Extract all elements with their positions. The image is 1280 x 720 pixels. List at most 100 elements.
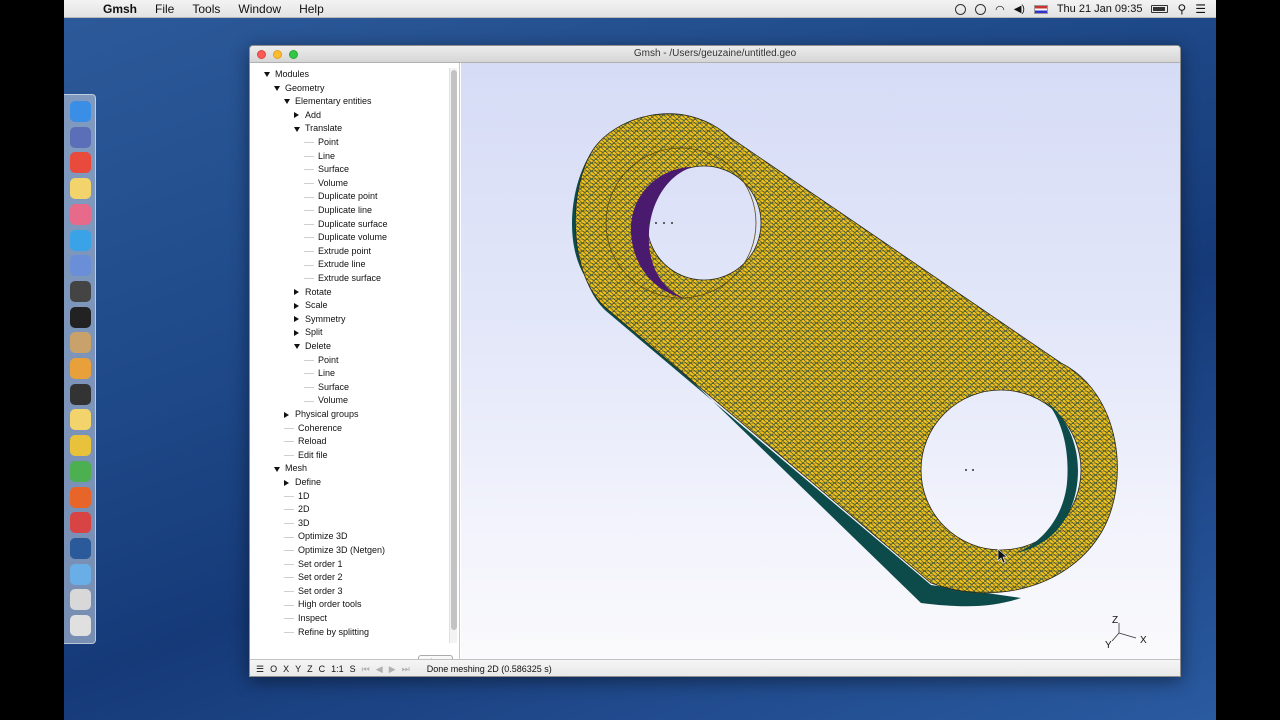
first-step-button[interactable]: ⏮ — [359, 661, 373, 677]
dock-app-icon[interactable] — [70, 332, 91, 354]
tree-item-extrude-surface[interactable]: Extrude surface — [304, 272, 381, 285]
previous-step-button[interactable]: ◀ — [373, 661, 386, 677]
tree-item-elementary-entities[interactable]: Elementary entities — [284, 95, 372, 108]
menu-app-name[interactable]: Gmsh — [94, 0, 146, 18]
dock-app-icon[interactable] — [70, 512, 91, 534]
view-y-button[interactable]: Y — [292, 661, 304, 677]
tree-item-duplicate-point[interactable]: Duplicate point — [304, 190, 378, 203]
collapsed-arrow-icon[interactable] — [294, 112, 299, 119]
tree-item-set-order-1[interactable]: Set order 1 — [284, 558, 343, 571]
tree-item-point[interactable]: Point — [304, 354, 339, 367]
status-menu-button[interactable]: ☰ — [253, 661, 267, 677]
menu-help[interactable]: Help — [290, 0, 333, 18]
tree-item-extrude-line[interactable]: Extrude line — [304, 258, 366, 271]
menu-tools[interactable]: Tools — [183, 0, 229, 18]
tree-item-edit-file[interactable]: Edit file — [284, 449, 328, 462]
collapsed-arrow-icon[interactable] — [294, 330, 299, 337]
mesh-render[interactable]: Z X Y — [461, 63, 1181, 659]
graphics-viewport[interactable]: Z X Y — [461, 63, 1181, 659]
dock-app-icon[interactable] — [70, 229, 91, 251]
tree-item-reload[interactable]: Reload — [284, 435, 327, 448]
dock-app-icon[interactable] — [70, 615, 91, 636]
search-icon[interactable]: ⚲ — [1177, 2, 1186, 16]
flag-icon[interactable] — [1033, 4, 1048, 14]
tree-item-optimize-3d[interactable]: Optimize 3D — [284, 530, 348, 543]
tree-item-split[interactable]: Split — [294, 326, 323, 339]
dock-app-icon[interactable] — [70, 589, 91, 611]
tree-item-refine-by-splitting[interactable]: Refine by splitting — [284, 626, 369, 639]
volume-icon[interactable]: ◀) — [1014, 4, 1025, 15]
tree-item-delete[interactable]: Delete — [294, 340, 331, 353]
view-select-button[interactable]: S — [347, 661, 359, 677]
view-ortho-button[interactable]: O — [267, 661, 280, 677]
tree-item-2d[interactable]: 2D — [284, 503, 310, 516]
tree-item-duplicate-surface[interactable]: Duplicate surface — [304, 218, 388, 231]
tree-item-define[interactable]: Define — [284, 476, 321, 489]
dock-app-icon[interactable] — [70, 435, 91, 457]
tree-item-rotate[interactable]: Rotate — [294, 286, 332, 299]
tree-item-surface[interactable]: Surface — [304, 381, 349, 394]
menubar-clock[interactable]: Thu 21 Jan 09:35 — [1057, 3, 1143, 15]
tree-item-extrude-point[interactable]: Extrude point — [304, 245, 371, 258]
dock-app-icon[interactable] — [70, 126, 91, 148]
dock-app-icon[interactable] — [70, 101, 91, 122]
dock-app-icon[interactable] — [70, 460, 91, 482]
expanded-arrow-icon[interactable] — [274, 85, 280, 91]
tree-item-volume[interactable]: Volume — [304, 394, 348, 407]
tree-item-geometry[interactable]: Geometry — [274, 82, 325, 95]
tree-item-point[interactable]: Point — [304, 136, 339, 149]
tree-item-inspect[interactable]: Inspect — [284, 612, 327, 625]
view-rotate-button[interactable]: C — [316, 661, 329, 677]
dock-app-icon[interactable] — [70, 152, 91, 174]
expanded-arrow-icon[interactable] — [294, 344, 300, 350]
collapsed-arrow-icon[interactable] — [294, 316, 299, 323]
timemachine-icon[interactable] — [955, 3, 967, 15]
collapsed-arrow-icon[interactable] — [284, 411, 289, 418]
tree-item-duplicate-volume[interactable]: Duplicate volume — [304, 231, 387, 244]
expanded-arrow-icon[interactable] — [294, 126, 300, 132]
menu-file[interactable]: File — [146, 0, 183, 18]
tree-item-symmetry[interactable]: Symmetry — [294, 313, 346, 326]
tree-item-line[interactable]: Line — [304, 367, 335, 380]
battery-icon[interactable] — [1151, 5, 1169, 13]
tree-item-1d[interactable]: 1D — [284, 490, 310, 503]
dock-app-icon[interactable] — [70, 178, 91, 200]
dock-app-icon[interactable] — [70, 537, 91, 559]
view-x-button[interactable]: X — [280, 661, 292, 677]
view-scale-1to1-button[interactable]: 1:1 — [328, 661, 347, 677]
play-button[interactable]: ▶ — [386, 661, 399, 677]
tree-item-scale[interactable]: Scale — [294, 299, 328, 312]
tree-item-duplicate-line[interactable]: Duplicate line — [304, 204, 372, 217]
tree-item-set-order-3[interactable]: Set order 3 — [284, 585, 343, 598]
tree-item-line[interactable]: Line — [304, 150, 335, 163]
dock-app-icon[interactable] — [70, 306, 91, 328]
tree-item-coherence[interactable]: Coherence — [284, 422, 342, 435]
expanded-arrow-icon[interactable] — [264, 72, 270, 78]
collapsed-arrow-icon[interactable] — [294, 289, 299, 296]
tree-scrollbar[interactable] — [449, 68, 457, 643]
tree-item-translate[interactable]: Translate — [294, 122, 342, 135]
wifi-icon[interactable]: ◠ — [995, 3, 1005, 16]
tree-item-set-order-2[interactable]: Set order 2 — [284, 571, 343, 584]
tree-item-surface[interactable]: Surface — [304, 163, 349, 176]
dock-app-icon[interactable] — [70, 358, 91, 379]
collapsed-arrow-icon[interactable] — [294, 302, 299, 309]
tree-item-modules[interactable]: Modules — [264, 68, 309, 81]
expanded-arrow-icon[interactable] — [284, 99, 290, 105]
tree-scrollbar-thumb[interactable] — [451, 70, 457, 630]
tree-item-add[interactable]: Add — [294, 109, 321, 122]
tree-item-volume[interactable]: Volume — [304, 177, 348, 190]
dock-app-icon[interactable] — [70, 486, 91, 508]
dock-app-icon[interactable] — [70, 563, 91, 585]
window-titlebar[interactable]: Gmsh - /Users/geuzaine/untitled.geo — [250, 46, 1180, 63]
last-step-button[interactable]: ⏭ — [399, 661, 413, 677]
dock-app-icon[interactable] — [70, 409, 91, 431]
view-z-button[interactable]: Z — [304, 661, 316, 677]
expanded-arrow-icon[interactable] — [274, 466, 280, 472]
menu-window[interactable]: Window — [229, 0, 290, 18]
history-icon[interactable] — [975, 3, 987, 15]
dock-app-icon[interactable] — [70, 280, 91, 302]
tree-item-3d[interactable]: 3D — [284, 517, 310, 530]
notification-list-icon[interactable]: ☰ — [1195, 2, 1206, 16]
tree-item-mesh[interactable]: Mesh — [274, 462, 307, 475]
